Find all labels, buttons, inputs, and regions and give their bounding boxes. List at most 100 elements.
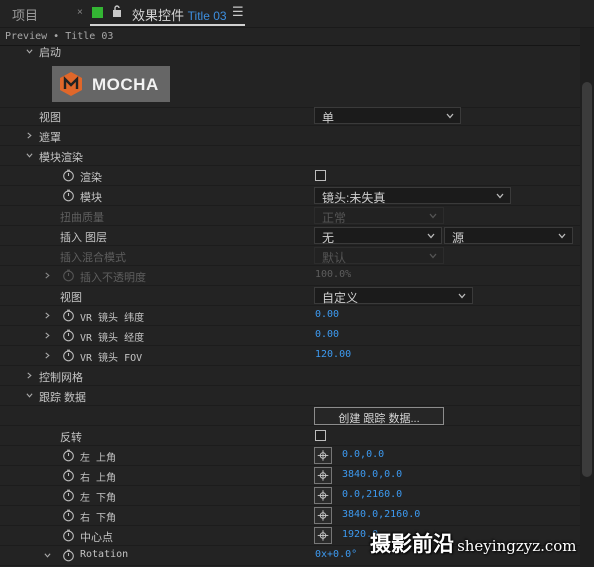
tab-effect-controls-label: 效果控件: [132, 8, 185, 23]
insert-opacity-label: 插入不透明度: [80, 272, 146, 284]
top-right-row: 右 上角 3840.0,0.0: [0, 466, 580, 486]
stopwatch-icon[interactable]: [62, 329, 75, 342]
insert-layer-dropdown[interactable]: 无: [314, 227, 442, 245]
chevron-down-icon[interactable]: [26, 48, 33, 55]
chevron-down-icon[interactable]: [26, 392, 33, 399]
stopwatch-icon[interactable]: [62, 469, 75, 482]
insert-layer-row: 插入 图层 无 源: [0, 226, 580, 246]
chevron-down-icon: [429, 253, 437, 259]
bottom-right-label: 右 下角: [80, 513, 117, 524]
warp-quality-dropdown: 正常: [314, 207, 444, 225]
stopwatch-icon[interactable]: [62, 549, 75, 562]
chevron-down-icon: [429, 213, 437, 219]
vr-fov-value[interactable]: 120.00: [315, 349, 351, 360]
top-left-value[interactable]: 0.0,0.0: [342, 449, 384, 460]
stopwatch-icon[interactable]: [62, 529, 75, 542]
insert-layer-label: 插入 图层: [60, 232, 108, 244]
crosshair-icon[interactable]: [314, 527, 332, 544]
chevron-right-icon[interactable]: [26, 132, 33, 139]
view-dropdown-value: 单: [322, 111, 335, 125]
module-dropdown-value: 镜头:未失真: [322, 191, 386, 205]
tab-comp-name: Title 03: [187, 9, 227, 23]
rotation-value[interactable]: 0x+0.0°: [315, 549, 357, 560]
vr-longitude-row: VR 镜头 经度 0.00: [0, 326, 580, 346]
invert-label: 反转: [60, 432, 82, 444]
view-mode-value: 自定义: [322, 291, 359, 305]
warp-quality-value: 正常: [322, 211, 347, 225]
render-checkbox[interactable]: [315, 170, 326, 181]
insert-blend-value: 默认: [322, 251, 347, 265]
view-dropdown[interactable]: 单: [314, 107, 461, 125]
view-label: 视图: [39, 112, 61, 124]
module-label: 模块: [80, 192, 102, 204]
chevron-down-icon[interactable]: [26, 152, 33, 159]
stopwatch-icon: [63, 269, 74, 282]
chevron-down-icon: [427, 233, 435, 239]
control-grid-label: 控制网格: [39, 372, 83, 384]
create-tracking-row: 创建 跟踪 数据...: [0, 406, 580, 426]
insert-blend-label: 插入混合模式: [60, 252, 126, 264]
chevron-right-icon[interactable]: [44, 272, 51, 279]
chevron-down-icon: [496, 193, 504, 199]
tracking-data-row: 跟踪 数据: [0, 386, 580, 406]
module-render-label: 模块渲染: [39, 152, 83, 164]
mocha-logo-icon: [60, 72, 82, 96]
module-render-row: 模块渲染: [0, 146, 580, 166]
bottom-left-value[interactable]: 0.0,2160.0: [342, 489, 402, 500]
launch-row: 启动 MOCHA: [0, 46, 580, 108]
view-row: 视图 单: [0, 106, 580, 126]
close-tab-icon[interactable]: ×: [77, 7, 83, 18]
watermark-cn: 摄影前沿: [370, 531, 454, 556]
panel-menu-icon[interactable]: ☰: [232, 4, 244, 20]
bottom-right-row: 右 下角 3840.0,2160.0: [0, 506, 580, 526]
chevron-right-icon[interactable]: [44, 332, 51, 339]
mask-label: 遮罩: [39, 132, 61, 144]
tab-project[interactable]: 项目: [12, 5, 38, 24]
vertical-scrollbar[interactable]: [580, 28, 594, 567]
panel-tab-bar: 项目 × 效果控件 Title 03 ☰: [0, 0, 594, 28]
vr-fov-label: VR 镜头 FOV: [80, 353, 143, 364]
rotation-label: Rotation: [80, 549, 129, 560]
crosshair-icon[interactable]: [314, 487, 332, 504]
stopwatch-icon[interactable]: [62, 449, 75, 462]
tracking-data-label: 跟踪 数据: [39, 392, 87, 404]
launch-label: 启动: [39, 47, 61, 59]
stopwatch-icon[interactable]: [62, 349, 75, 362]
stopwatch-icon[interactable]: [62, 189, 75, 202]
stopwatch-icon[interactable]: [62, 489, 75, 502]
crosshair-icon[interactable]: [314, 447, 332, 464]
vr-fov-row: VR 镜头 FOV 120.00: [0, 346, 580, 366]
invert-checkbox[interactable]: [315, 430, 326, 441]
watermark: 摄影前沿 sheyingzyz.com: [370, 528, 577, 564]
bottom-right-value[interactable]: 3840.0,2160.0: [342, 509, 420, 520]
render-label: 渲染: [80, 172, 102, 184]
lock-icon[interactable]: [112, 5, 122, 17]
top-left-row: 左 上角 0.0,0.0: [0, 446, 580, 466]
stopwatch-icon[interactable]: [62, 169, 75, 182]
bottom-left-row: 左 下角 0.0,2160.0: [0, 486, 580, 506]
chevron-right-icon[interactable]: [26, 372, 33, 379]
chevron-down-icon[interactable]: [44, 552, 51, 559]
insert-opacity-value: 100.0%: [315, 269, 352, 280]
view-mode-dropdown[interactable]: 自定义: [314, 287, 473, 305]
bottom-left-label: 左 下角: [80, 493, 117, 504]
stopwatch-icon[interactable]: [62, 309, 75, 322]
center-point-label: 中心点: [80, 532, 113, 544]
vr-latitude-value[interactable]: 0.00: [315, 309, 339, 320]
mocha-logo[interactable]: MOCHA: [52, 66, 170, 102]
top-right-value[interactable]: 3840.0,0.0: [342, 469, 402, 480]
stopwatch-icon[interactable]: [62, 509, 75, 522]
vr-longitude-value[interactable]: 0.00: [315, 329, 339, 340]
crosshair-icon[interactable]: [314, 507, 332, 524]
layer-color-swatch: [92, 7, 103, 18]
module-dropdown[interactable]: 镜头:未失真: [314, 187, 511, 205]
crosshair-icon[interactable]: [314, 467, 332, 484]
chevron-down-icon: [458, 293, 466, 299]
chevron-right-icon[interactable]: [44, 312, 51, 319]
tab-effect-controls[interactable]: 效果控件 Title 03: [132, 5, 227, 24]
invert-row: 反转: [0, 426, 580, 446]
scrollbar-thumb[interactable]: [582, 82, 592, 477]
insert-layer-source-dropdown[interactable]: 源: [444, 227, 573, 245]
create-tracking-data-button[interactable]: 创建 跟踪 数据...: [314, 407, 444, 425]
chevron-right-icon[interactable]: [44, 352, 51, 359]
